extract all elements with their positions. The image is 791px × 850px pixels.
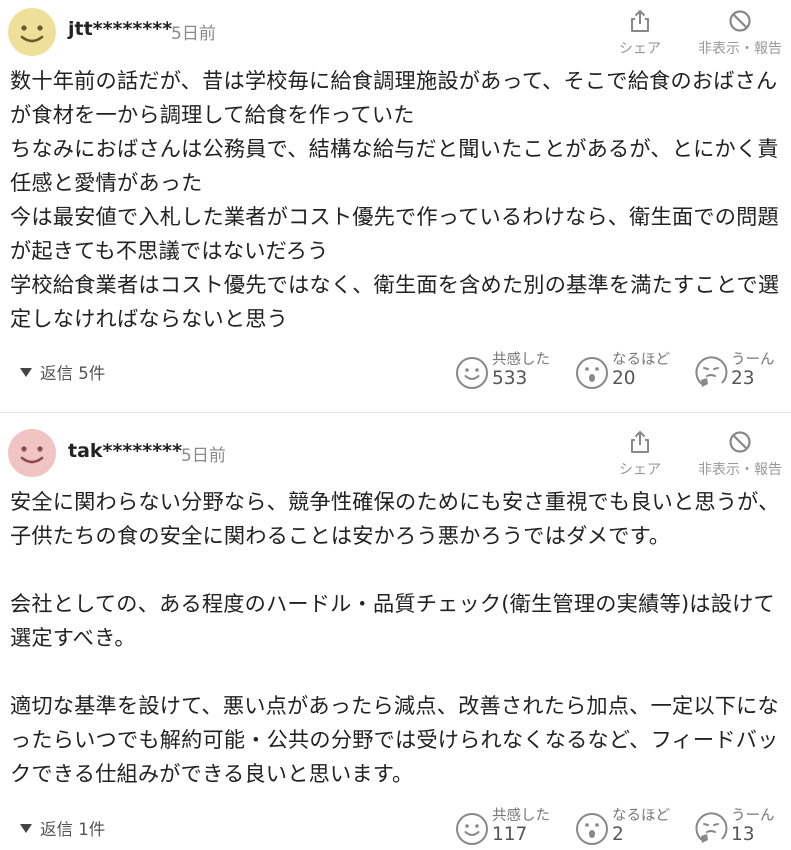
smile-icon (456, 357, 488, 389)
reaction-count: 23 (731, 368, 755, 389)
avatar[interactable] (8, 429, 56, 477)
hide-report-button[interactable]: 非表示・報告 (690, 429, 790, 479)
replies-toggle[interactable]: 返信 5件 (20, 360, 105, 384)
reaction-count: 117 (492, 824, 528, 845)
prohibit-icon (729, 10, 751, 32)
surprised-icon (576, 813, 608, 845)
avatar[interactable] (8, 8, 56, 56)
smile-icon (456, 813, 488, 845)
smile-face-icon (8, 429, 56, 477)
hide-report-label: 非表示・報告 (698, 41, 782, 57)
share-button[interactable]: シェア (614, 429, 666, 479)
prohibit-icon (729, 431, 751, 453)
caret-down-icon (20, 824, 32, 833)
surprised-icon (576, 357, 608, 389)
reaction-label: うーん (731, 808, 775, 824)
reaction-label: なるほど (612, 352, 670, 368)
comment-paragraph: 今は最安値で入札した業者がコスト優先で作っているわけなら、衛生面での問題が起きて… (10, 204, 779, 263)
reaction-label: なるほど (612, 808, 670, 824)
share-button[interactable]: シェア (614, 8, 666, 58)
reaction-label: 共感した (492, 352, 550, 368)
comment-paragraph: 会社としての、ある程度のハードル・品質チェック(衛生管理の実績等)は設けて選定す… (10, 591, 775, 650)
reaction-label: うーん (731, 352, 775, 368)
post-time: 5日前 (171, 24, 216, 44)
username[interactable]: tak******** (68, 440, 182, 462)
smile-face-icon (8, 8, 56, 56)
comment-paragraph: 数十年前の話だが、昔は学校毎に給食調理施設があって、そこで給食のおばさんが食材を… (10, 68, 778, 127)
comment-paragraph: 学校給食業者はコスト優先ではなく、衛生面を含めた別の基準を満たすことで選定しなけ… (10, 272, 780, 331)
replies-label: 返信 5件 (40, 364, 106, 383)
reaction-count: 13 (731, 824, 755, 845)
reaction-label: 共感した (492, 808, 550, 824)
comment-paragraph: ちなみにおばさんは公務員で、結構な給与だと聞いたことがあるが、とにかく責任感と愛… (10, 136, 779, 195)
caret-down-icon (20, 368, 32, 377)
comment-paragraph: 安全に関わらない分野なら、競争性確保のためにも安さ重視でも良いと思うが、子供たち… (10, 489, 780, 548)
comment-card: tak******** 5日前 シェア 非表示・報告 安全に関わらない分野なら、… (0, 413, 791, 850)
reaction-count: 533 (492, 368, 528, 389)
comment-paragraph: 適切な基準を設けて、悪い点があったら減点、改善されたら加点、一定以下になったらい… (10, 693, 779, 786)
share-icon (631, 431, 649, 453)
replies-label: 返信 1件 (40, 820, 106, 839)
comment-body: 安全に関わらない分野なら、競争性確保のためにも安さ重視でも良いと思うが、子供たち… (10, 485, 782, 791)
replies-toggle[interactable]: 返信 1件 (20, 816, 105, 840)
reaction-count: 2 (612, 824, 624, 845)
post-time: 5日前 (181, 446, 226, 466)
share-label: シェア (619, 41, 661, 57)
thinking-icon (695, 356, 728, 387)
thinking-icon (695, 812, 728, 843)
share-icon (631, 10, 649, 32)
comment-body: 数十年前の話だが、昔は学校毎に給食調理施設があって、そこで給食のおばさんが食材を… (10, 64, 782, 336)
reaction-count: 20 (612, 368, 636, 389)
username[interactable]: jtt******** (68, 18, 172, 40)
hide-report-button[interactable]: 非表示・報告 (690, 8, 790, 58)
hide-report-label: 非表示・報告 (698, 462, 782, 478)
share-label: シェア (619, 462, 661, 478)
comment-card: jtt******** 5日前 シェア 非表示・報告 数十年前の話だが、昔は学校… (0, 0, 791, 413)
